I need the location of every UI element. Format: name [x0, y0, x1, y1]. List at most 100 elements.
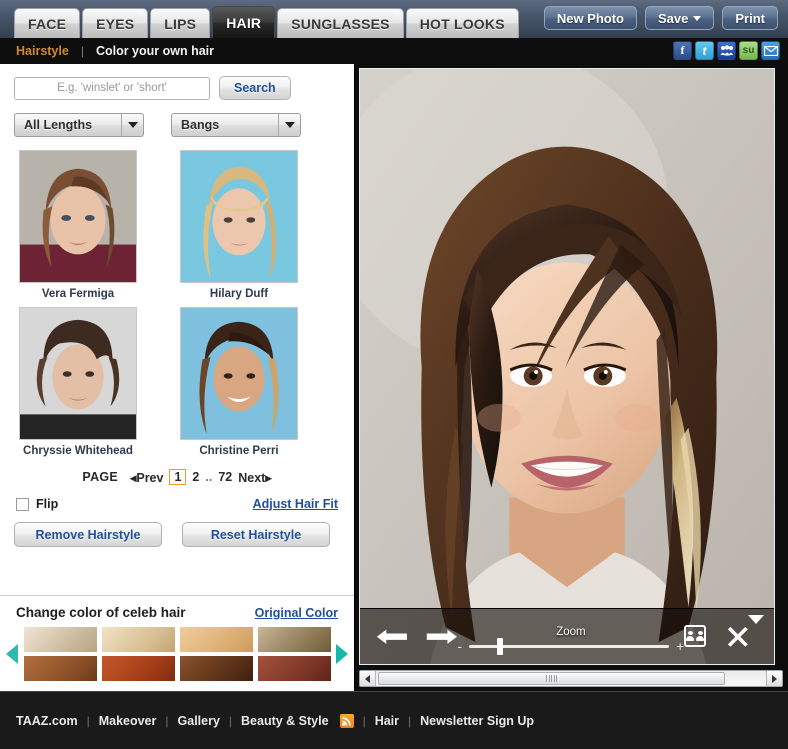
save-label: Save — [658, 10, 689, 26]
pagination-next[interactable]: Next▸ — [238, 470, 271, 485]
hair-color-swatch-7[interactable] — [179, 656, 253, 681]
bangs-filter-select[interactable]: Bangs — [171, 113, 301, 137]
horizontal-scrollbar[interactable] — [359, 670, 783, 687]
footer-link-gallery[interactable]: Gallery — [178, 714, 220, 728]
scrollbar-grip-icon — [546, 675, 557, 682]
hairstyle-grid: Vera Fermiga Hilary Duff Chryssie Whiteh… — [14, 150, 340, 460]
hair-color-swatch-8[interactable] — [257, 656, 331, 681]
footer-separator: | — [362, 713, 366, 728]
myspace-icon[interactable] — [717, 41, 736, 60]
email-icon[interactable] — [761, 41, 780, 60]
new-photo-label: New Photo — [556, 10, 624, 26]
new-photo-button[interactable]: New Photo — [543, 6, 637, 30]
hairstyle-name: Christine Perri — [199, 445, 279, 457]
reset-hairstyle-label: Reset Hairstyle — [210, 527, 302, 542]
person-glyph-right — [696, 631, 705, 642]
scroll-right-button[interactable] — [766, 671, 782, 686]
scrollbar-track[interactable] — [376, 671, 766, 686]
tab-sunglasses-label: SUNGLASSES — [291, 15, 390, 32]
hairstyle-card-vera-fermiga[interactable]: Vera Fermiga — [14, 150, 142, 303]
person-glyph-left — [686, 631, 695, 642]
hair-color-swatch-6[interactable] — [101, 656, 175, 681]
footer-link-taaz[interactable]: TAAZ.com — [16, 714, 78, 728]
before-after-icon[interactable] — [684, 625, 707, 648]
pagination-page-1[interactable]: 1 — [169, 469, 187, 485]
pagination-next-label: Next — [238, 470, 266, 485]
tab-eyes[interactable]: EYES — [82, 8, 149, 38]
save-button[interactable]: Save — [645, 6, 715, 30]
original-color-link[interactable]: Original Color — [255, 606, 338, 620]
search-button-label: Search — [234, 81, 276, 95]
hairstyle-thumbnail[interactable] — [19, 307, 137, 440]
breadcrumb-hairstyle[interactable]: Hairstyle — [16, 44, 69, 58]
stumbleupon-icon[interactable]: su — [739, 41, 758, 60]
length-filter-value: All Lengths — [24, 118, 93, 132]
zoom-slider-handle[interactable] — [497, 637, 504, 655]
arrow-right-icon[interactable] — [426, 628, 458, 645]
rss-icon[interactable] — [339, 713, 354, 728]
tab-face[interactable]: FACE — [14, 8, 81, 38]
breadcrumb-color-your-own-hair[interactable]: Color your own hair — [96, 44, 214, 58]
hairstyle-thumbnail[interactable] — [180, 307, 298, 440]
main-stage: Search All Lengths Bangs — [0, 64, 788, 691]
tab-sunglasses[interactable]: SUNGLASSES — [277, 8, 404, 38]
tab-lips[interactable]: LIPS — [150, 8, 211, 38]
adjust-hair-fit-link[interactable]: Adjust Hair Fit — [253, 497, 338, 511]
reset-hairstyle-button[interactable]: Reset Hairstyle — [182, 522, 330, 547]
viewer-nav-arrows — [370, 628, 457, 645]
tab-hair-label: HAIR — [226, 14, 262, 31]
chevron-down-icon — [693, 15, 702, 21]
zoom-slider[interactable]: - + — [457, 637, 684, 655]
hair-color-swatch-1[interactable] — [23, 627, 97, 652]
pagination: PAGE ◂Prev 1 2 .. 72 Next▸ — [14, 469, 340, 485]
breadcrumb-separator: | — [80, 44, 84, 58]
user-photo[interactable]: Zoom - + — [359, 68, 775, 665]
pagination-page-last[interactable]: 72 — [218, 470, 232, 484]
zoom-slider-track[interactable] — [469, 637, 670, 655]
remove-hairstyle-button[interactable]: Remove Hairstyle — [14, 522, 162, 547]
hairstyle-card-chryssie-whitehead[interactable]: Chryssie Whitehead — [14, 307, 142, 460]
facebook-icon[interactable]: f — [673, 41, 692, 60]
scroll-left-button[interactable] — [360, 671, 376, 686]
sub-navigation: Hairstyle | Color your own hair f t su — [0, 38, 788, 64]
flip-checkbox[interactable]: Flip — [16, 497, 58, 511]
pagination-prev[interactable]: ◂Prev — [130, 470, 163, 485]
footer-link-hair[interactable]: Hair — [375, 714, 399, 728]
pagination-page-2[interactable]: 2 — [192, 470, 199, 484]
collapse-toolbar-icon[interactable] — [748, 615, 764, 624]
footer-link-beauty-style[interactable]: Beauty & Style — [241, 714, 329, 728]
remove-hairstyle-label: Remove Hairstyle — [35, 527, 141, 542]
swatch-prev-arrow-icon[interactable] — [6, 644, 18, 664]
pagination-label: PAGE — [82, 470, 119, 484]
length-filter-select[interactable]: All Lengths — [14, 113, 144, 137]
swatch-next-arrow-icon[interactable] — [336, 644, 348, 664]
search-button[interactable]: Search — [219, 76, 291, 100]
hair-options-row: Flip Adjust Hair Fit — [14, 497, 340, 511]
search-input[interactable] — [14, 76, 210, 100]
viewer-toolbar: Zoom - + — [360, 608, 774, 664]
tab-hot-looks-label: HOT LOOKS — [419, 15, 505, 32]
tab-hair[interactable]: HAIR — [212, 6, 276, 38]
footer-link-newsletter[interactable]: Newsletter Sign Up — [420, 714, 534, 728]
hairstyle-card-christine-perri[interactable]: Christine Perri — [175, 307, 303, 460]
hair-color-swatch-2[interactable] — [101, 627, 175, 652]
zoom-plus-label[interactable]: + — [676, 639, 684, 653]
tab-lips-label: LIPS — [164, 15, 197, 32]
print-button[interactable]: Print — [722, 6, 778, 30]
footer-link-makeover[interactable]: Makeover — [99, 714, 157, 728]
arrow-left-icon[interactable] — [376, 628, 408, 645]
twitter-icon[interactable]: t — [695, 41, 714, 60]
tab-hot-looks[interactable]: HOT LOOKS — [405, 8, 519, 38]
zoom-minus-label[interactable]: - — [457, 639, 462, 653]
scrollbar-thumb[interactable] — [378, 672, 725, 685]
hair-color-swatch-3[interactable] — [179, 627, 253, 652]
hairstyle-thumbnail[interactable] — [180, 150, 298, 283]
close-icon[interactable] — [726, 625, 750, 649]
hair-color-swatch-5[interactable] — [23, 656, 97, 681]
checkbox-box[interactable] — [16, 497, 29, 511]
hairstyle-card-hilary-duff[interactable]: Hilary Duff — [175, 150, 303, 303]
hairstyle-thumbnail[interactable] — [19, 150, 137, 283]
print-label: Print — [735, 10, 765, 26]
hair-color-swatch-4[interactable] — [257, 627, 331, 652]
viewer-right-actions — [684, 625, 764, 649]
